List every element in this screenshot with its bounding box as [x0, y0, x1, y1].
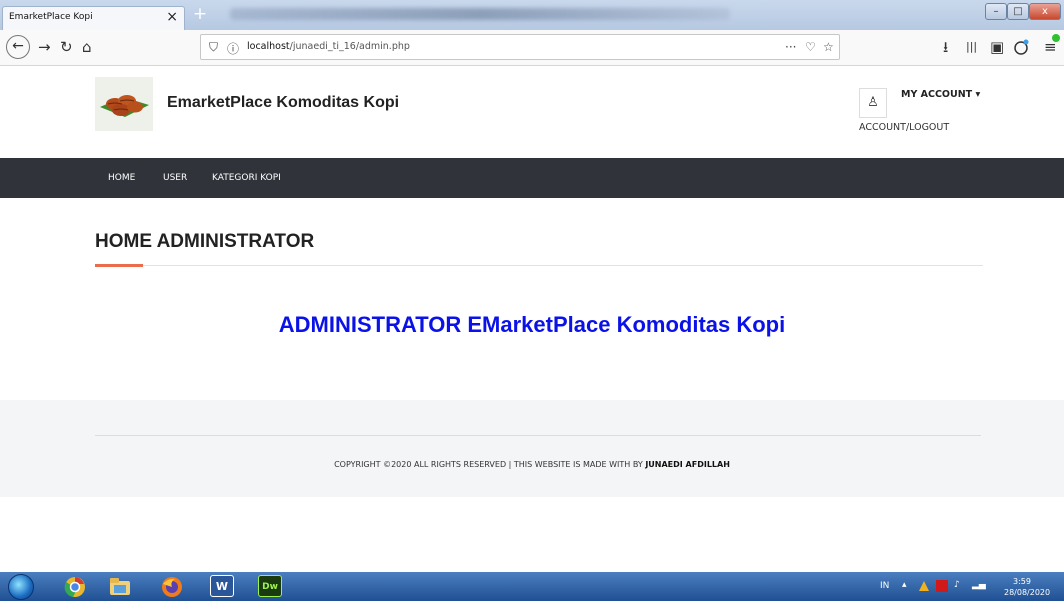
new-tab-button[interactable]: +	[190, 5, 210, 25]
volume-icon[interactable]: ♪	[954, 580, 960, 590]
language-indicator[interactable]: IN	[880, 581, 889, 591]
admin-banner: ADMINISTRATOR EMarketPlace Komoditas Kop…	[278, 312, 786, 337]
download-icon[interactable]: ⭳	[943, 38, 948, 56]
site-title[interactable]: EmarketPlace Komoditas Kopi	[167, 94, 399, 112]
clock-time[interactable]: 3:59	[1013, 577, 1031, 586]
pocket-icon[interactable]: ♡	[805, 40, 816, 54]
bookmark-star-icon[interactable]: ☆	[823, 40, 834, 54]
heading-divider	[95, 265, 983, 266]
chrome-icon[interactable]	[64, 576, 86, 598]
footer-copyright: COPYRIGHT ©2020 ALL RIGHTS RESERVED | TH…	[0, 460, 1064, 469]
page-title: HOME ADMINISTRATOR	[95, 231, 315, 252]
back-icon[interactable]: ←	[6, 35, 30, 59]
site-footer: COPYRIGHT ©2020 ALL RIGHTS RESERVED | TH…	[0, 400, 1064, 497]
shield-icon[interactable]: ⛉	[209, 40, 218, 55]
tab-close-icon[interactable]: ×	[166, 9, 178, 25]
security-icon[interactable]	[936, 580, 948, 592]
account-logout-link[interactable]: ACCOUNT/LOGOUT	[859, 122, 949, 133]
info-icon[interactable]: ⓘ	[227, 40, 239, 57]
system-tray: IN ▴ ♪ ▂▄ 3:59 28/08/2020	[874, 572, 1064, 601]
heading-accent-bar	[95, 264, 143, 267]
nav-kategori-kopi[interactable]: KATEGORI KOPI	[212, 173, 281, 183]
start-button[interactable]	[8, 574, 34, 600]
signal-icon[interactable]: ▂▄	[972, 580, 986, 590]
site-logo[interactable]	[95, 77, 153, 131]
clock-date[interactable]: 28/08/2020	[1004, 588, 1050, 597]
tray-expand-icon[interactable]: ▴	[902, 580, 907, 590]
nav-home[interactable]: HOME	[108, 173, 135, 183]
user-icon[interactable]: ♙	[859, 88, 887, 118]
minimize-button[interactable]: –	[985, 3, 1007, 20]
url-path: /junaedi_ti_16/admin.php	[289, 41, 410, 52]
forward-icon[interactable]: →	[38, 38, 51, 56]
maximize-button[interactable]: □	[1007, 3, 1029, 20]
reload-icon[interactable]: ↻	[60, 38, 73, 56]
address-bar[interactable]: ⛉ ⓘ localhost/junaedi_ti_16/admin.php ··…	[200, 34, 840, 60]
page-actions-icon[interactable]: ···	[785, 40, 796, 54]
dreamweaver-icon[interactable]: Dw	[258, 575, 282, 597]
browser-toolbar: ← → ↻ ⌂ ⛉ ⓘ localhost/junaedi_ti_16/admi…	[0, 30, 1064, 66]
tab-title: EmarketPlace Kopi	[9, 12, 93, 22]
firefox-icon[interactable]	[160, 575, 184, 599]
file-explorer-icon[interactable]	[108, 575, 132, 597]
coffee-beans-logo	[100, 95, 149, 117]
url-text[interactable]: localhost/junaedi_ti_16/admin.php	[247, 41, 410, 52]
network-warning-icon[interactable]	[918, 580, 930, 592]
browser-titlebar: EmarketPlace Kopi × + – □ x	[0, 0, 1064, 30]
blurred-window-title	[230, 8, 730, 20]
sidebar-icon[interactable]: ▣	[990, 38, 1004, 56]
library-icon[interactable]: |||	[966, 38, 977, 56]
my-account-dropdown[interactable]: MY ACCOUNT ▾	[901, 89, 980, 100]
nav-user[interactable]: USER	[163, 173, 187, 183]
author-name: JUNAEDI AFDILLAH	[645, 460, 730, 469]
url-host: localhost	[247, 41, 290, 52]
footer-divider	[95, 435, 981, 436]
main-nav: HOME USER KATEGORI KOPI	[0, 158, 1064, 198]
word-icon[interactable]: W	[210, 575, 234, 597]
extension-icon[interactable]	[1013, 39, 1029, 55]
update-badge-icon	[1052, 34, 1060, 42]
browser-tab-active[interactable]: EmarketPlace Kopi ×	[2, 6, 185, 30]
home-icon[interactable]: ⌂	[82, 38, 92, 56]
close-window-button[interactable]: x	[1029, 3, 1061, 20]
windows-taskbar: W Dw IN ▴ ♪ ▂▄ 3:59 28/08/2020	[0, 572, 1064, 601]
copyright-text: COPYRIGHT ©2020 ALL RIGHTS RESERVED | TH…	[334, 460, 643, 469]
